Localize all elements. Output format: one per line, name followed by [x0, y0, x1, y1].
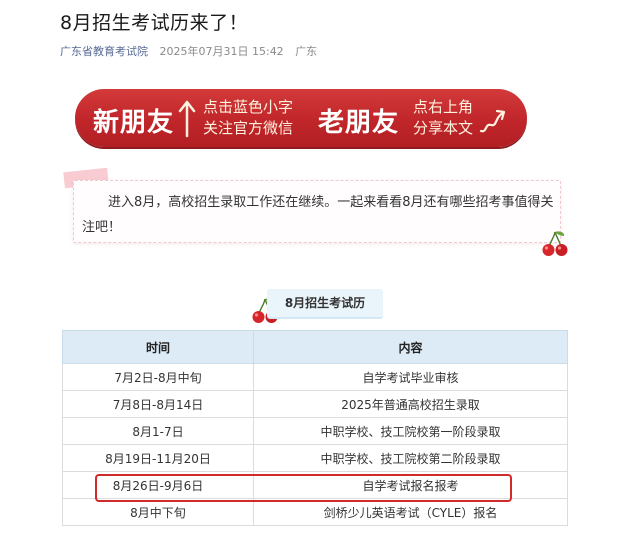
account-link[interactable]: 广东省教育考试院: [60, 45, 148, 58]
content-cell: 自学考试报名报考: [253, 471, 568, 499]
content-column-header: 内容: [253, 330, 568, 364]
new-friend-label: 新朋友: [93, 108, 175, 138]
publish-location: 广东: [295, 45, 318, 58]
time-cell: 8月中下旬: [62, 498, 254, 526]
content-cell: 中职学校、技工院校第二阶段录取: [253, 444, 568, 472]
table-row: 8月中下旬 剑桥少儿英语考试（CYLE）报名: [62, 498, 568, 526]
calendar-section-label: 8月招生考试历: [267, 289, 383, 319]
exam-calendar-table: 时间 内容 7月2日-8月中旬 自学考试毕业审核 7月8日-8月14日 2025…: [62, 330, 568, 526]
arrow-up-icon: [178, 100, 196, 138]
content-cell: 剑桥少儿英语考试（CYLE）报名: [253, 498, 568, 526]
content-cell: 中职学校、技工院校第一阶段录取: [253, 417, 568, 445]
table-row: 8月19日-11月20日 中职学校、技工院校第二阶段录取: [62, 444, 568, 472]
time-cell: 8月1-7日: [62, 417, 254, 445]
follow-share-banner[interactable]: 新朋友 点击蓝色小字 关注官方微信 老朋友 点右上角 分享本文: [75, 89, 527, 147]
intro-text: 进入8月，高校招生录取工作还在继续。一起来看看8月还有哪些招考事值得关注吧！: [82, 195, 554, 235]
time-column-header: 时间: [62, 330, 254, 364]
time-cell: 7月8日-8月14日: [62, 390, 254, 418]
new-friend-instructions: 点击蓝色小字 关注官方微信: [203, 98, 294, 137]
table-header-row: 时间 内容: [62, 330, 568, 364]
intro-card: 进入8月，高校招生录取工作还在继续。一起来看看8月还有哪些招考事值得关注吧！: [73, 180, 561, 243]
content-cell: 自学考试毕业审核: [253, 363, 568, 391]
time-cell: 8月26日-9月6日: [62, 471, 254, 499]
content-cell: 2025年普通高校招生录取: [253, 390, 568, 418]
article-meta: 广东省教育考试院 2025年07月31日 15:42 广东: [60, 43, 317, 59]
table-row-highlighted: 8月26日-9月6日 自学考试报名报考: [62, 471, 568, 499]
curved-arrow-icon: [479, 109, 506, 133]
time-cell: 8月19日-11月20日: [62, 444, 254, 472]
table-row: 7月2日-8月中旬 自学考试毕业审核: [62, 363, 568, 391]
time-cell: 7月2日-8月中旬: [62, 363, 254, 391]
publish-date: 2025年07月31日 15:42: [159, 45, 284, 58]
old-friend-instructions: 点右上角 分享本文: [413, 98, 474, 137]
table-row: 7月8日-8月14日 2025年普通高校招生录取: [62, 390, 568, 418]
cherry-icon: [542, 231, 568, 256]
article-title: 8月招生考试历来了！: [60, 12, 249, 34]
table-row: 8月1-7日 中职学校、技工院校第一阶段录取: [62, 417, 568, 445]
old-friend-label: 老朋友: [318, 108, 400, 138]
